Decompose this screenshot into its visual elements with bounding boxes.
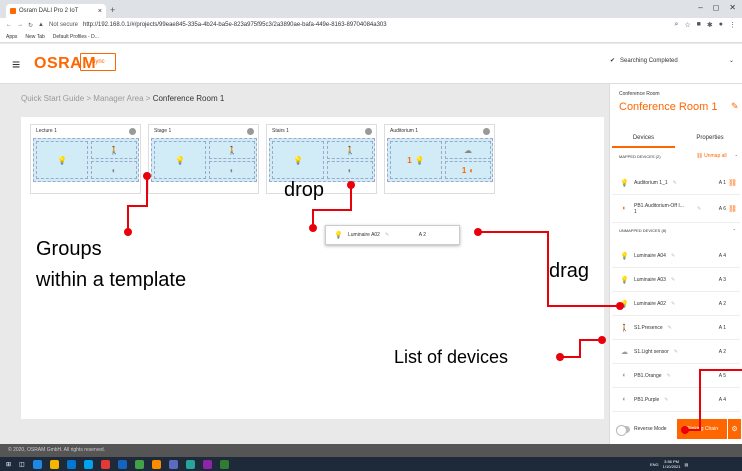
annotation-dot	[681, 426, 689, 434]
annotation-dot	[347, 181, 355, 189]
annotation-dot	[616, 302, 624, 310]
annotation-list: List of devices	[394, 347, 509, 367]
annotation-dot	[598, 336, 606, 344]
annotation-groups-subtitle: within a template	[36, 269, 187, 291]
annotation-dot	[556, 353, 564, 361]
annotation-drag: drag	[549, 260, 590, 282]
annotation-dot	[124, 228, 132, 236]
groups-arrow-line	[127, 176, 148, 232]
blinking-arrow-line	[685, 369, 742, 431]
annotation-dot	[474, 228, 482, 236]
list-arrow-line	[560, 339, 602, 358]
annotation-drop: drop	[284, 179, 325, 201]
annotation-groups: Groups	[36, 238, 102, 260]
annotation-overlay	[124, 172, 742, 434]
annotation-dot	[309, 224, 317, 232]
annotation-dot	[143, 172, 151, 180]
